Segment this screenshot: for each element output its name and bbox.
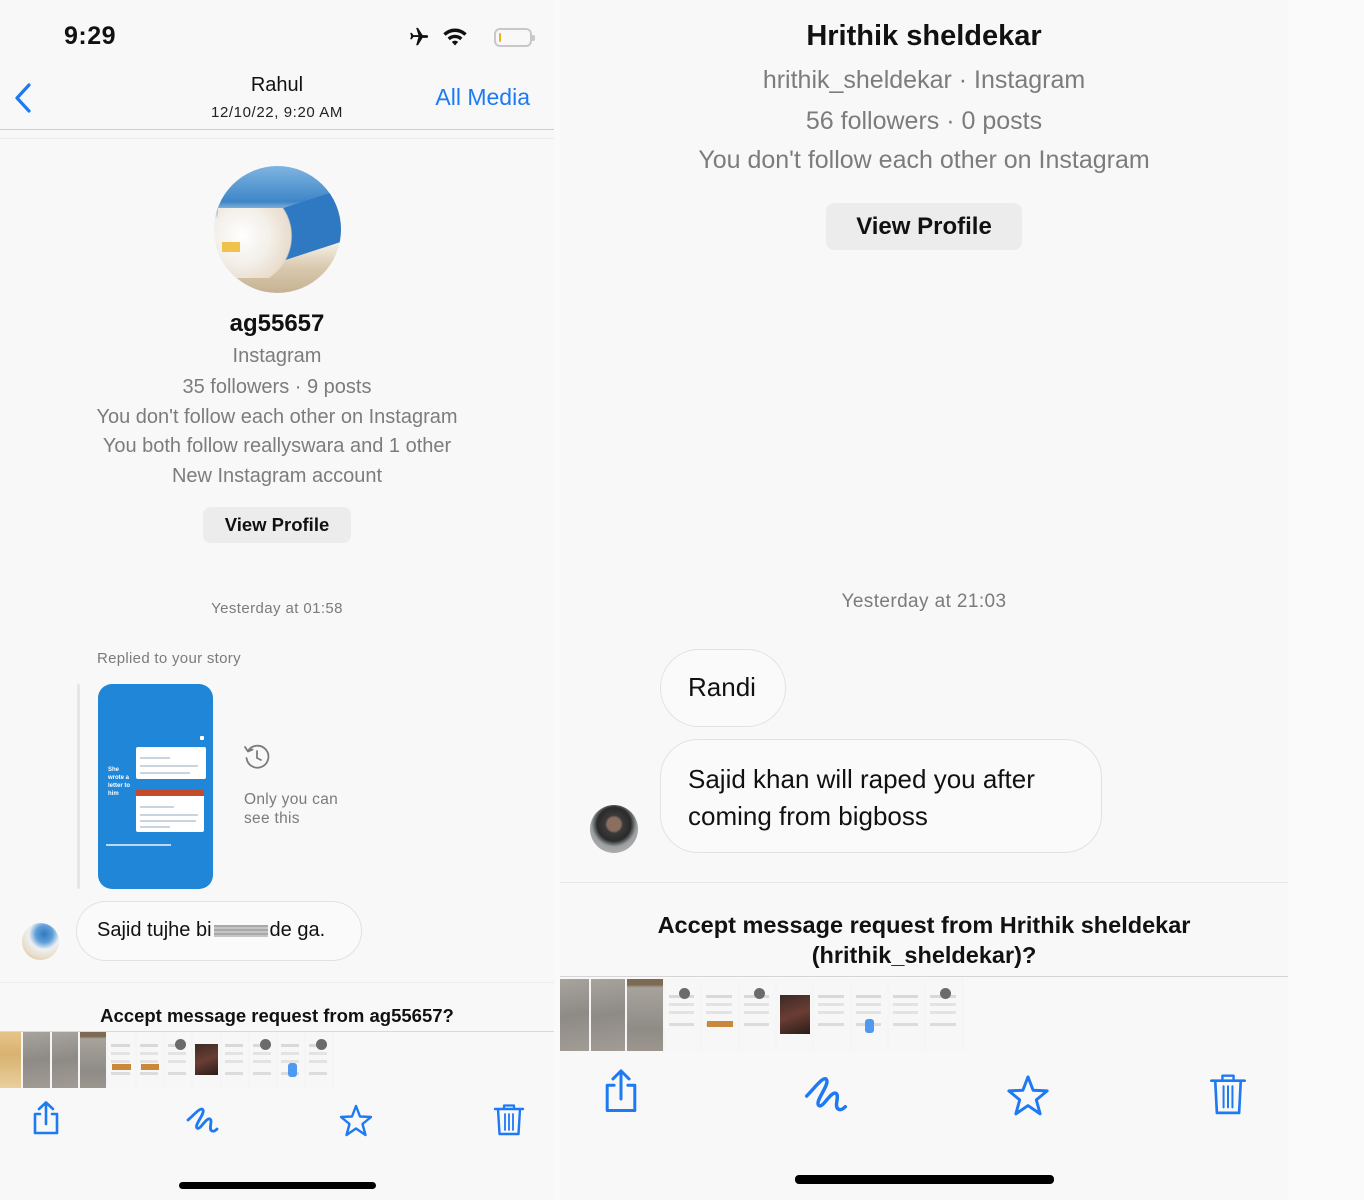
accept-request-prompt: Accept message request from ag55657?	[100, 1005, 454, 1026]
profile-mutuals: You both follow reallyswara and 1 other	[102, 435, 452, 457]
media-thumbnail[interactable]	[560, 979, 591, 1051]
media-thumbnail[interactable]	[52, 1032, 80, 1088]
media-thumbnail[interactable]	[852, 979, 889, 1051]
star-icon[interactable]	[338, 1103, 374, 1139]
profile-follow-status: You don't follow each other on Instagram	[96, 406, 458, 428]
media-thumbnail[interactable]	[23, 1032, 52, 1088]
media-thumbnail[interactable]	[278, 1032, 306, 1088]
home-indicator[interactable]	[795, 1175, 1054, 1184]
star-icon[interactable]	[1005, 1073, 1051, 1119]
trash-icon[interactable]	[491, 1102, 527, 1138]
view-profile-button[interactable]: View Profile	[826, 203, 1022, 250]
divider	[560, 882, 1288, 883]
redacted-word	[213, 924, 268, 937]
all-media-button[interactable]: All Media	[435, 84, 530, 111]
media-thumbnail[interactable]	[591, 979, 627, 1051]
media-thumbnail[interactable]	[0, 1032, 23, 1088]
message-bubble: Randi	[660, 649, 786, 727]
media-thumbnail[interactable]	[889, 979, 926, 1051]
airplane-icon	[410, 27, 429, 46]
profile-avatar[interactable]	[214, 166, 341, 293]
sender-avatar[interactable]	[22, 923, 59, 960]
visibility-note-line: Only you can	[244, 791, 339, 808]
right-screenshot: Hrithik sheldekar hrithik_sheldekar · In…	[560, 0, 1288, 1200]
media-thumbnail[interactable]	[777, 979, 814, 1051]
story-preview-card[interactable]: She wrote a letter to him	[98, 684, 213, 889]
message-text: de ga.	[269, 919, 326, 941]
media-thumbnail[interactable]	[627, 979, 665, 1051]
accept-request-prompt: Accept message request from Hrithik shel…	[560, 910, 1288, 970]
media-thumbnail[interactable]	[702, 979, 740, 1051]
message-bubble: Sajid khan will raped you after coming f…	[660, 739, 1102, 853]
profile-display-name: Hrithik sheldekar	[806, 20, 1042, 52]
sender-avatar[interactable]	[590, 805, 638, 853]
story-reply-bar	[77, 684, 80, 889]
message-bubble: Sajid tujhe bi de ga.	[76, 901, 362, 961]
markup-scribble-icon[interactable]	[804, 1072, 852, 1116]
story-preview-text: She wrote a letter to him	[108, 767, 131, 797]
message-text: Randi	[688, 672, 756, 702]
media-thumbnail[interactable]	[108, 1032, 137, 1088]
accept-request-line: Accept message request from Hrithik shel…	[657, 912, 1191, 938]
conversation-timestamp: Yesterday at 21:03	[841, 591, 1007, 612]
share-icon[interactable]	[28, 1100, 64, 1136]
history-clock-icon	[244, 744, 270, 769]
profile-account-note: New Instagram account	[171, 465, 383, 487]
media-thumbnail[interactable]	[250, 1032, 278, 1088]
media-thumbnail[interactable]	[222, 1032, 250, 1088]
media-thumbnail[interactable]	[665, 979, 702, 1051]
media-thumbnail[interactable]	[193, 1032, 222, 1088]
message-text: Sajid tujhe bi	[97, 919, 212, 941]
thumbnail-strip[interactable]	[0, 1032, 554, 1088]
message-text-line: coming from bigboss	[688, 801, 928, 831]
thumbnail-strip[interactable]	[560, 979, 1288, 1051]
status-time: 9:29	[64, 22, 117, 50]
divider	[0, 982, 554, 983]
nav-divider	[0, 138, 554, 139]
media-thumbnail[interactable]	[137, 1032, 165, 1088]
profile-platform: Instagram	[232, 345, 322, 367]
media-thumbnail[interactable]	[740, 979, 777, 1051]
story-reply-label: Replied to your story	[97, 650, 241, 667]
home-indicator[interactable]	[179, 1182, 376, 1189]
media-thumbnail[interactable]	[926, 979, 964, 1051]
left-screenshot: 9:29 Rahul 12/10/22, 9:20 AM All Media a…	[0, 0, 554, 1200]
status-icons	[406, 26, 535, 48]
media-thumbnail[interactable]	[165, 1032, 193, 1088]
conversation-timestamp: Yesterday at 01:58	[211, 600, 343, 617]
profile-stats: 35 followers · 9 posts	[182, 376, 372, 398]
markup-scribble-icon[interactable]	[186, 1103, 222, 1139]
trash-icon[interactable]	[1208, 1071, 1248, 1117]
nav-divider	[0, 129, 554, 130]
battery-icon	[494, 27, 535, 47]
visibility-note-line: see this	[244, 810, 300, 827]
divider	[560, 976, 1288, 977]
profile-handle-platform: hrithik_sheldekar · Instagram	[762, 66, 1086, 94]
media-thumbnail[interactable]	[814, 979, 852, 1051]
wifi-icon	[443, 28, 467, 46]
visibility-note: Only you can see this	[244, 790, 338, 828]
profile-username: ag55657	[229, 310, 325, 337]
media-thumbnail[interactable]	[80, 1032, 108, 1088]
share-icon[interactable]	[600, 1068, 642, 1114]
accept-request-line: (hrithik_sheldekar)?	[811, 942, 1037, 968]
profile-stats: 56 followers · 0 posts	[805, 107, 1043, 135]
screenshot-margin	[1288, 0, 1364, 1200]
media-thumbnail[interactable]	[306, 1032, 334, 1088]
message-text-line: Sajid khan will raped you after	[688, 764, 1035, 794]
view-profile-button[interactable]: View Profile	[203, 507, 351, 543]
profile-follow-status: You don't follow each other on Instagram	[698, 146, 1150, 174]
